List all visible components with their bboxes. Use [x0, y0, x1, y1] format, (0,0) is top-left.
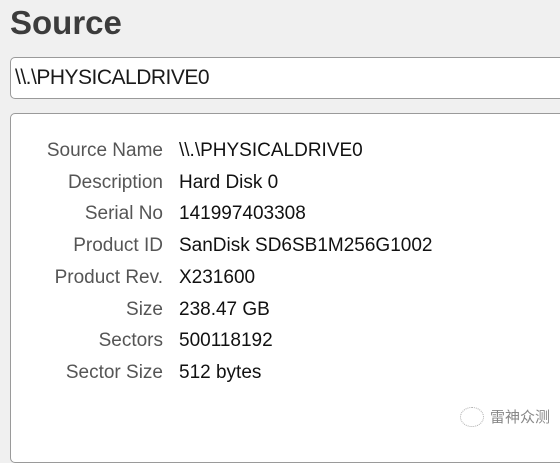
detail-value: 500118192 [179, 330, 273, 351]
detail-label: Sector Size [65, 362, 163, 383]
detail-row-description: Description Hard Disk 0 [11, 168, 560, 198]
source-input[interactable]: \\.\PHYSICALDRIVE0 [10, 57, 560, 99]
detail-row-serial-no: Serial No 141997403308 [11, 199, 560, 229]
detail-row-size: Size 238.47 GB [11, 295, 560, 325]
detail-row-sector-size: Sector Size 512 bytes [11, 358, 560, 388]
detail-value: 141997403308 [179, 203, 306, 224]
detail-value: 512 bytes [179, 362, 262, 383]
wechat-icon [460, 406, 484, 427]
detail-label: Description [67, 172, 163, 193]
detail-value: 238.47 GB [179, 299, 270, 320]
detail-row-sectors: Sectors 500118192 [11, 326, 560, 356]
detail-value: \\.\PHYSICALDRIVE0 [179, 140, 363, 161]
detail-label: Product Rev. [54, 267, 163, 288]
detail-value: X231600 [179, 267, 256, 288]
page-title: Source [10, 4, 122, 41]
detail-value: Hard Disk 0 [179, 172, 279, 193]
detail-label: Size [126, 299, 163, 320]
watermark-text: 雷神众测 [490, 409, 551, 426]
detail-label: Serial No [84, 203, 163, 224]
detail-value: SanDisk SD6SB1M256G1002 [179, 235, 433, 256]
watermark: 雷神众测 [460, 406, 550, 427]
detail-row-product-id: Product ID SanDisk SD6SB1M256G1002 [11, 231, 560, 261]
detail-label: Sectors [98, 330, 163, 351]
detail-row-product-rev: Product Rev. X231600 [11, 263, 560, 293]
detail-label: Source Name [46, 140, 163, 161]
detail-label: Product ID [73, 235, 163, 256]
detail-row-source-name: Source Name \\.\PHYSICALDRIVE0 [11, 136, 560, 166]
